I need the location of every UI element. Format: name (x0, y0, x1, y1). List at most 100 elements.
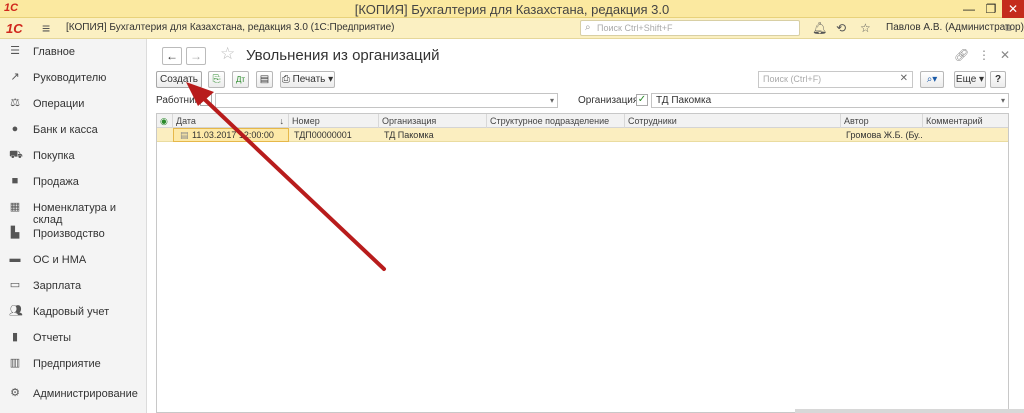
sidebar-item-admin[interactable]: ⚙ Администрирование (0, 381, 147, 407)
global-search-input[interactable]: ⌕ Поиск Ctrl+Shift+F (580, 20, 800, 36)
sidebar-item-manager[interactable]: ↗ Руководителю (0, 65, 147, 91)
sidebar-item-hr[interactable]: 👥︎ Кадровый учет (0, 299, 147, 325)
chevron-down-icon[interactable]: ▾ (1001, 94, 1005, 108)
column-header-department[interactable]: Структурное подразделение (487, 114, 625, 128)
org-filter-label: Организация: (578, 95, 642, 106)
cell-comment (925, 128, 1007, 142)
more-label: Еще (955, 74, 977, 85)
sidebar-item-label: Покупка (33, 150, 75, 162)
page-title: Увольнения из организаций (246, 47, 440, 64)
menu-icon: ☰ (10, 45, 20, 57)
sidebar-item-sales[interactable]: ■ Продажа (0, 169, 147, 195)
truck-icon: ▬ (9, 253, 21, 265)
sidebar-item-label: Зарплата (33, 280, 82, 292)
sort-down-icon: ↓ (279, 116, 285, 126)
sidebar-item-label: Главное (33, 46, 76, 58)
employee-filter-checkbox[interactable] (200, 94, 212, 106)
cell-author: Громова Ж.Б. (Бу... (846, 130, 923, 140)
help-button[interactable]: ? (990, 71, 1006, 88)
close-button[interactable]: ✕ (1002, 0, 1024, 18)
favorites-star-icon[interactable]: ☆ (860, 21, 871, 35)
global-search-placeholder: Поиск Ctrl+Shift+F (597, 23, 673, 33)
report-icon: ▮ (11, 331, 19, 343)
sidebar: ☰ Главное ↗ Руководителю ⚖ Операции ● Ба… (0, 39, 147, 413)
table-row[interactable]: ▤ 11.03.2017 12:00:00 ТДП00000001 ТД Пак… (157, 128, 1008, 142)
copy-document-icon[interactable]: ⎘ (208, 71, 225, 88)
status-column-icon: ◉ (157, 114, 173, 128)
sidebar-item-salary[interactable]: ▭ Зарплата (0, 273, 147, 299)
create-button[interactable]: Создать (156, 71, 202, 88)
column-header-comment[interactable]: Комментарий (923, 114, 1008, 128)
cell-organization: ТД Пакомка (384, 130, 434, 140)
link-icon[interactable]: 🔗︎ (954, 48, 969, 62)
sidebar-item-label: Операции (33, 98, 85, 110)
history-icon[interactable]: ⟲ (836, 21, 846, 35)
sidebar-item-main[interactable]: ☰ Главное (0, 39, 147, 65)
sidebar-item-purchase[interactable]: ⛟ Покупка (0, 143, 147, 169)
hamburger-menu-icon[interactable]: ≡ (42, 20, 50, 36)
sidebar-item-production[interactable]: ▙ Производство (0, 221, 147, 247)
column-header-organization[interactable]: Организация (379, 114, 487, 128)
operations-icon: ⚖ (10, 97, 20, 109)
people-icon: 👥︎ (9, 305, 23, 317)
column-header-number[interactable]: Номер (289, 114, 379, 128)
chevron-down-icon[interactable]: ▾ (550, 94, 554, 108)
print-label: Печать (292, 74, 326, 85)
minimize-button[interactable]: — (958, 0, 980, 18)
table-header: ◉ Дата ↓ Номер Организация Структурное п… (157, 114, 1008, 128)
close-form-icon[interactable]: ✕ (1000, 48, 1010, 62)
forward-button[interactable]: → (186, 47, 206, 65)
sidebar-item-label: Банк и касса (33, 124, 98, 136)
search-options-button[interactable]: ⌕▾ (920, 71, 944, 88)
chart-line-icon: ↗ (10, 71, 20, 83)
factory-icon: ▙ (10, 227, 20, 239)
cell-number: ТДП00000001 (294, 130, 352, 140)
back-button[interactable]: ← (162, 47, 182, 65)
list-search-placeholder: Поиск (Ctrl+F) (763, 74, 822, 84)
sidebar-item-inventory[interactable]: ▦ Номенклатура и склад (0, 195, 147, 226)
column-header-author[interactable]: Автор (841, 114, 923, 128)
sidebar-item-operations[interactable]: ⚖ Операции (0, 91, 147, 117)
chevron-down-icon: ▾ (979, 74, 985, 85)
sidebar-item-assets[interactable]: ▬ ОС и НМА (0, 247, 147, 273)
favorite-star-icon[interactable]: ☆ (220, 44, 235, 64)
horizontal-scrollbar[interactable] (795, 409, 1024, 413)
sidebar-item-enterprise[interactable]: ▥ Предприятие (0, 351, 147, 377)
restore-button[interactable]: ❐ (980, 0, 1002, 18)
settings-menu-icon[interactable]: ≡ (1005, 21, 1012, 35)
post-document-icon[interactable]: Дт (232, 71, 249, 88)
org-filter-checkbox[interactable]: ✓ (636, 94, 648, 106)
bag-icon: ■ (11, 175, 19, 187)
sidebar-item-label: Отчеты (33, 332, 72, 344)
app-logo: 1С (6, 21, 23, 36)
app-header: 1С ≡ [КОПИЯ] Бухгалтерия для Казахстана,… (0, 18, 1024, 39)
sidebar-item-label: Продажа (33, 176, 79, 188)
sidebar-item-bank[interactable]: ● Банк и касса (0, 117, 147, 143)
chevron-down-icon: ▾ (328, 74, 334, 85)
clear-search-icon[interactable]: ✕ (900, 73, 908, 84)
column-header-employees[interactable]: Сотрудники (625, 114, 841, 128)
org-filter-field[interactable]: ТД Пакомка ▾ (651, 93, 1009, 108)
sidebar-item-label: Администрирование (33, 388, 138, 400)
employee-filter-field[interactable]: ▾ (215, 93, 558, 108)
search-icon: ⌕ (585, 22, 591, 33)
building-icon: ▥ (9, 357, 21, 369)
sidebar-item-label: Производство (33, 228, 105, 240)
list-search-input[interactable]: Поиск (Ctrl+F) ✕ (758, 71, 913, 88)
sidebar-item-label: Руководителю (33, 72, 107, 84)
gear-icon: ⚙ (10, 387, 20, 399)
structure-icon[interactable]: ▤ (256, 71, 273, 88)
print-button[interactable]: ⎙ Печать ▾ (280, 71, 335, 88)
more-actions-icon[interactable]: ⋮ (978, 48, 990, 62)
window-titlebar: 1С [КОПИЯ] Бухгалтерия для Казахстана, р… (0, 0, 1024, 18)
column-header-date[interactable]: Дата ↓ (173, 114, 289, 128)
more-button[interactable]: Еще ▾ (954, 71, 986, 88)
employee-filter-label: Работник: (156, 95, 202, 106)
cell-date: 11.03.2017 12:00:00 (192, 130, 274, 140)
user-name[interactable]: Павлов А.В. (Администратор) (886, 22, 1024, 33)
window-title: [КОПИЯ] Бухгалтерия для Казахстана, реда… (354, 2, 670, 17)
bell-icon[interactable]: 🔔︎ (812, 21, 827, 35)
printer-icon: ⎙ (281, 74, 290, 85)
bank-icon: ● (11, 123, 19, 135)
sidebar-item-reports[interactable]: ▮ Отчеты (0, 325, 147, 351)
